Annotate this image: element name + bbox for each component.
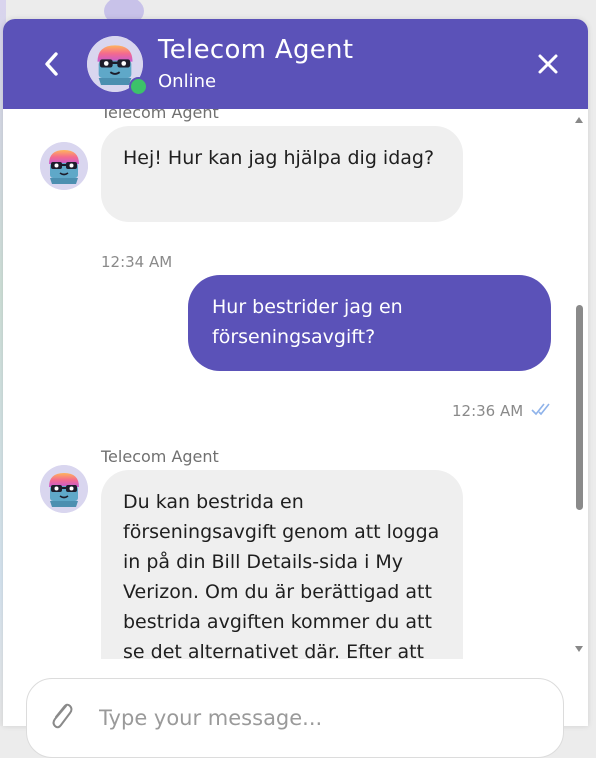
double-check-icon xyxy=(531,403,550,416)
scrollbar[interactable] xyxy=(571,109,588,659)
message-timestamp: 12:34 AM xyxy=(101,253,173,271)
agent-message-bubble: Hej! Hur kan jag hjälpa dig idag? xyxy=(101,126,463,222)
scrollbar-thumb[interactable] xyxy=(576,305,583,510)
scroll-down-arrow-icon[interactable] xyxy=(575,646,583,652)
agent-avatar xyxy=(87,36,148,96)
message-input[interactable] xyxy=(97,699,541,737)
agent-name: Telecom Agent xyxy=(158,35,354,65)
back-button[interactable] xyxy=(37,47,67,81)
agent-message-avatar xyxy=(40,142,88,190)
chat-window: Telecom Agent Online Telecom Agent Hej! … xyxy=(3,19,588,726)
scroll-up-arrow-icon[interactable] xyxy=(575,117,583,123)
close-button[interactable] xyxy=(533,49,563,79)
agent-message-bubble: Du kan bestrida en förseningsavgift geno… xyxy=(101,470,463,659)
online-status-dot xyxy=(129,77,148,96)
user-message-bubble: Hur bestrider jag en förseningsavgift? xyxy=(188,275,551,371)
robot-avatar-icon xyxy=(40,142,88,190)
message-timestamp: 12:36 AM xyxy=(452,402,524,420)
close-icon xyxy=(538,54,558,74)
attach-button[interactable] xyxy=(47,697,75,733)
paperclip-icon xyxy=(52,703,73,729)
chat-header: Telecom Agent Online xyxy=(3,19,588,109)
sender-label: Telecom Agent xyxy=(101,109,219,122)
chevron-left-icon xyxy=(45,52,58,76)
agent-status: Online xyxy=(158,71,217,92)
robot-avatar-icon xyxy=(40,465,88,513)
message-composer xyxy=(26,678,564,758)
message-list: Telecom Agent Hej! Hur kan jag hjälpa di… xyxy=(3,109,588,659)
sender-label: Telecom Agent xyxy=(101,447,219,466)
agent-message-avatar xyxy=(40,465,88,513)
